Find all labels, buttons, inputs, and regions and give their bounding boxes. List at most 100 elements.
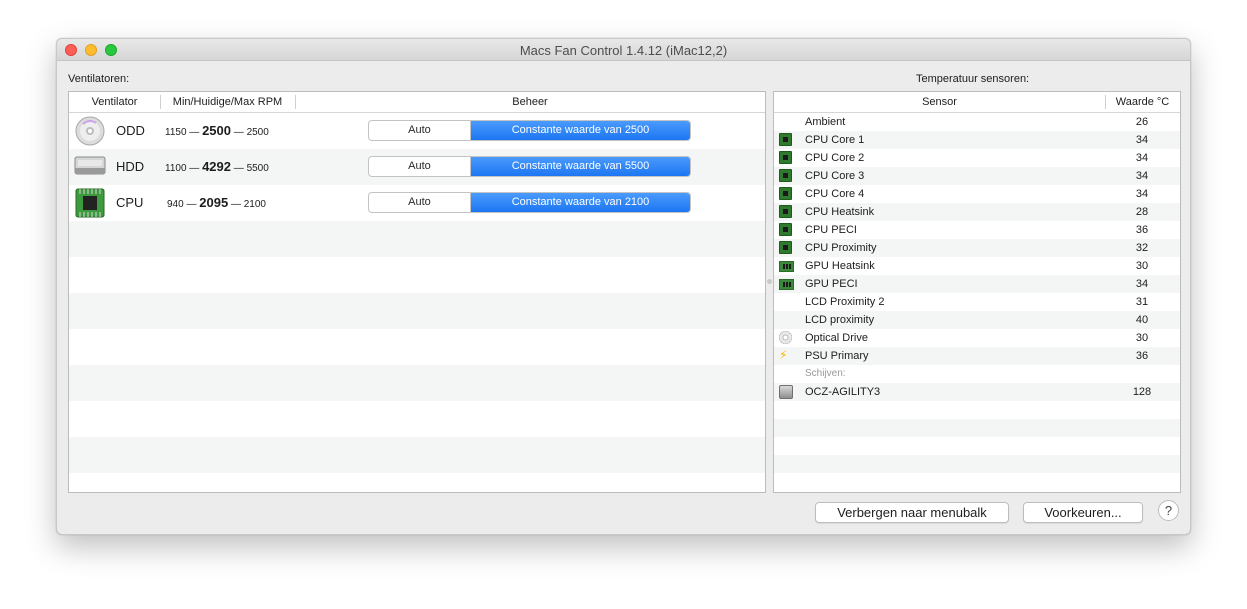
cpu-chip-icon — [779, 133, 794, 147]
sensor-name: OCZ-AGILITY3 — [805, 386, 881, 398]
sensor-row[interactable]: CPU Core 2 34 — [774, 149, 1180, 167]
sensor-row[interactable]: LCD proximity 40 — [774, 311, 1180, 329]
sensor-value: 30 — [1135, 332, 1149, 344]
sensor-row[interactable]: Ambient 26 — [774, 113, 1180, 131]
fans-table-header: Ventilator Min/Huidige/Max RPM Beheer — [69, 92, 765, 113]
sensors-table-header: Sensor Waarde °C — [774, 92, 1180, 113]
sensor-row[interactable]: LCD Proximity 2 31 — [774, 293, 1180, 311]
rpm-separator: — — [233, 127, 244, 138]
sensor-value: 36 — [1135, 224, 1149, 236]
fan-control-segmented: Auto Constante waarde van 5500 — [368, 156, 691, 177]
fan-row-odd[interactable]: ODD 1150 — 2500 — 2500 Auto Constante wa… — [69, 113, 765, 149]
title-bar: Macs Fan Control 1.4.12 (iMac12,2) — [57, 39, 1190, 61]
sensors-table: Sensor Waarde °C Ambient 26 CPU Core 1 34 CP… — [773, 91, 1181, 493]
sensor-value: 31 — [1135, 296, 1149, 308]
sensor-row[interactable]: CPU PECI 36 — [774, 221, 1180, 239]
sensor-name: Optical Drive — [805, 332, 868, 344]
fan-rpm: 940 — 2095 — 2100 — [167, 195, 266, 210]
empty-icon-slot — [779, 115, 794, 129]
hard-drive-icon — [74, 152, 106, 182]
sensor-group-header: Schijven: — [774, 365, 1180, 383]
sensor-value: 32 — [1135, 242, 1149, 254]
fan-control-segmented: Auto Constante waarde van 2500 — [368, 120, 691, 141]
constant-value-button[interactable]: Constante waarde van 5500 — [471, 157, 690, 176]
sensor-name: LCD proximity — [805, 314, 875, 326]
rpm-separator: — — [230, 199, 241, 210]
sensor-value: 28 — [1135, 206, 1149, 218]
optical-disc-icon — [74, 116, 106, 146]
sensor-value: 34 — [1135, 152, 1149, 164]
rpm-min: 1150 — [165, 127, 187, 138]
sensor-row[interactable]: CPU Core 4 34 — [774, 185, 1180, 203]
cpu-chip-icon — [779, 241, 794, 255]
auto-mode-button[interactable]: Auto — [369, 193, 471, 212]
sensor-row[interactable]: Optical Drive 30 — [774, 329, 1180, 347]
sensor-row[interactable]: CPU Core 1 34 — [774, 131, 1180, 149]
sensor-row[interactable]: CPU Core 3 34 — [774, 167, 1180, 185]
rpm-separator: — — [189, 163, 200, 174]
sensor-name: CPU Heatsink — [805, 206, 875, 218]
help-button[interactable]: ? — [1158, 500, 1179, 521]
fan-row-hdd[interactable]: HDD 1100 — 4292 — 5500 Auto Constante wa… — [69, 149, 765, 185]
split-view-divider[interactable] — [767, 279, 772, 284]
preferences-button[interactable]: Voorkeuren... — [1023, 502, 1143, 523]
sensor-name: PSU Primary — [805, 350, 869, 362]
gpu-card-icon — [779, 277, 794, 291]
constant-value-button[interactable]: Constante waarde van 2500 — [471, 121, 690, 140]
sensor-row[interactable]: CPU Proximity 32 — [774, 239, 1180, 257]
fan-name: CPU — [116, 195, 144, 210]
fan-rpm: 1100 — 4292 — 5500 — [165, 159, 269, 174]
rpm-current: 2500 — [202, 123, 231, 138]
sensor-value: 40 — [1135, 314, 1149, 326]
sensor-value: 26 — [1135, 116, 1149, 128]
sensor-name: CPU Core 2 — [805, 152, 865, 164]
sensor-name: GPU Heatsink — [805, 260, 875, 272]
rpm-separator: — — [233, 163, 244, 174]
column-header-sensor[interactable]: Sensor — [774, 92, 1105, 112]
rpm-separator: — — [186, 199, 197, 210]
sensor-value: 34 — [1135, 188, 1149, 200]
cpu-chip-icon — [779, 187, 794, 201]
hide-to-menubar-button[interactable]: Verbergen naar menubalk — [815, 502, 1009, 523]
fan-row-cpu[interactable]: CPU 940 — 2095 — 2100 Auto Constante waa… — [69, 185, 765, 221]
rpm-min: 1100 — [165, 163, 187, 174]
sensor-row[interactable]: CPU Heatsink 28 — [774, 203, 1180, 221]
rpm-current: 2095 — [199, 195, 229, 210]
rpm-max: 2100 — [243, 199, 266, 210]
sensor-value: 30 — [1135, 260, 1149, 272]
sensors-section-label: Temperatuur sensoren: — [916, 73, 1030, 85]
column-header-rpm[interactable]: Min/Huidige/Max RPM — [160, 92, 295, 112]
cpu-chip-icon — [779, 151, 794, 165]
sensor-row[interactable]: GPU PECI 34 — [774, 275, 1180, 293]
column-header-control[interactable]: Beheer — [295, 92, 765, 112]
fan-control-segmented: Auto Constante waarde van 2100 — [368, 192, 691, 213]
sensor-row[interactable]: ⚡ PSU Primary 36 — [774, 347, 1180, 365]
column-header-value[interactable]: Waarde °C — [1105, 92, 1180, 112]
sensor-value: 34 — [1135, 278, 1149, 290]
fan-rpm: 1150 — 2500 — 2500 — [165, 123, 269, 138]
rpm-max: 5500 — [246, 163, 269, 174]
sensor-row[interactable]: OCZ-AGILITY3 128 — [774, 383, 1180, 401]
cpu-chip-icon — [74, 188, 106, 218]
sensor-name: CPU Proximity — [805, 242, 877, 254]
fans-table: Ventilator Min/Huidige/Max RPM Beheer OD… — [68, 91, 766, 493]
sensor-value: 128 — [1132, 386, 1152, 398]
hard-drive-icon — [779, 385, 794, 399]
auto-mode-button[interactable]: Auto — [369, 121, 471, 140]
sensor-name: Ambient — [805, 116, 846, 128]
fans-section-label: Ventilatoren: — [68, 73, 130, 85]
constant-value-button[interactable]: Constante waarde van 2100 — [471, 193, 690, 212]
column-header-fan[interactable]: Ventilator — [69, 92, 160, 112]
rpm-max: 2500 — [246, 127, 269, 138]
rpm-current: 4292 — [202, 159, 231, 174]
cpu-chip-icon — [779, 205, 794, 219]
optical-disc-icon — [779, 331, 794, 345]
rpm-min: 940 — [167, 199, 184, 210]
group-label: Schijven: — [805, 368, 846, 379]
sensor-value: 34 — [1135, 170, 1149, 182]
window-title: Macs Fan Control 1.4.12 (iMac12,2) — [519, 43, 728, 58]
sensor-value: 36 — [1135, 350, 1149, 362]
auto-mode-button[interactable]: Auto — [369, 157, 471, 176]
sensor-row[interactable]: GPU Heatsink 30 — [774, 257, 1180, 275]
sensor-name: CPU Core 3 — [805, 170, 865, 182]
